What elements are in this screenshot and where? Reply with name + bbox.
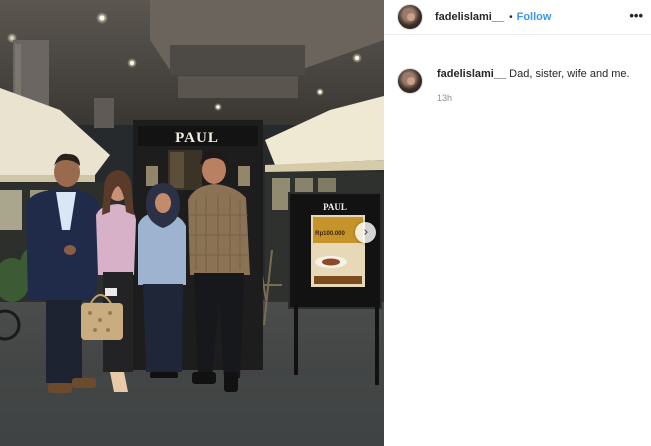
menu-board-price: Rp100.000 — [315, 231, 345, 237]
post-header: fadelislami__ • Follow ••• — [384, 0, 651, 35]
menu-board-sign: PAUL — [323, 202, 347, 212]
store-sign: PAUL — [175, 130, 219, 146]
caption-comment: fadelislami__ Dad, sister, wife and me. … — [397, 67, 647, 103]
follow-button[interactable]: Follow — [517, 11, 552, 23]
post-photo[interactable]: PAUL PAUL Rp100.000 › — [0, 0, 384, 446]
caption-text: Dad, sister, wife and me. — [506, 68, 630, 80]
header-username[interactable]: fadelislami__ — [435, 11, 504, 23]
caption-username[interactable]: fadelislami__ — [437, 68, 506, 80]
caption-text-line: fadelislami__ Dad, sister, wife and me. — [437, 67, 630, 81]
chevron-right-icon: › — [363, 224, 369, 240]
more-options-icon[interactable]: ••• — [629, 9, 643, 22]
caption-avatar[interactable] — [397, 68, 423, 94]
post-sidebar: fadelislami__ • Follow ••• fadelislami__… — [384, 0, 651, 446]
caption-timestamp[interactable]: 13h — [437, 93, 630, 103]
separator-dot: • — [509, 11, 513, 23]
family-photo-illustration: PAUL PAUL Rp100.000 — [0, 0, 384, 446]
next-photo-button[interactable]: › — [355, 222, 376, 243]
avatar[interactable] — [397, 4, 423, 30]
